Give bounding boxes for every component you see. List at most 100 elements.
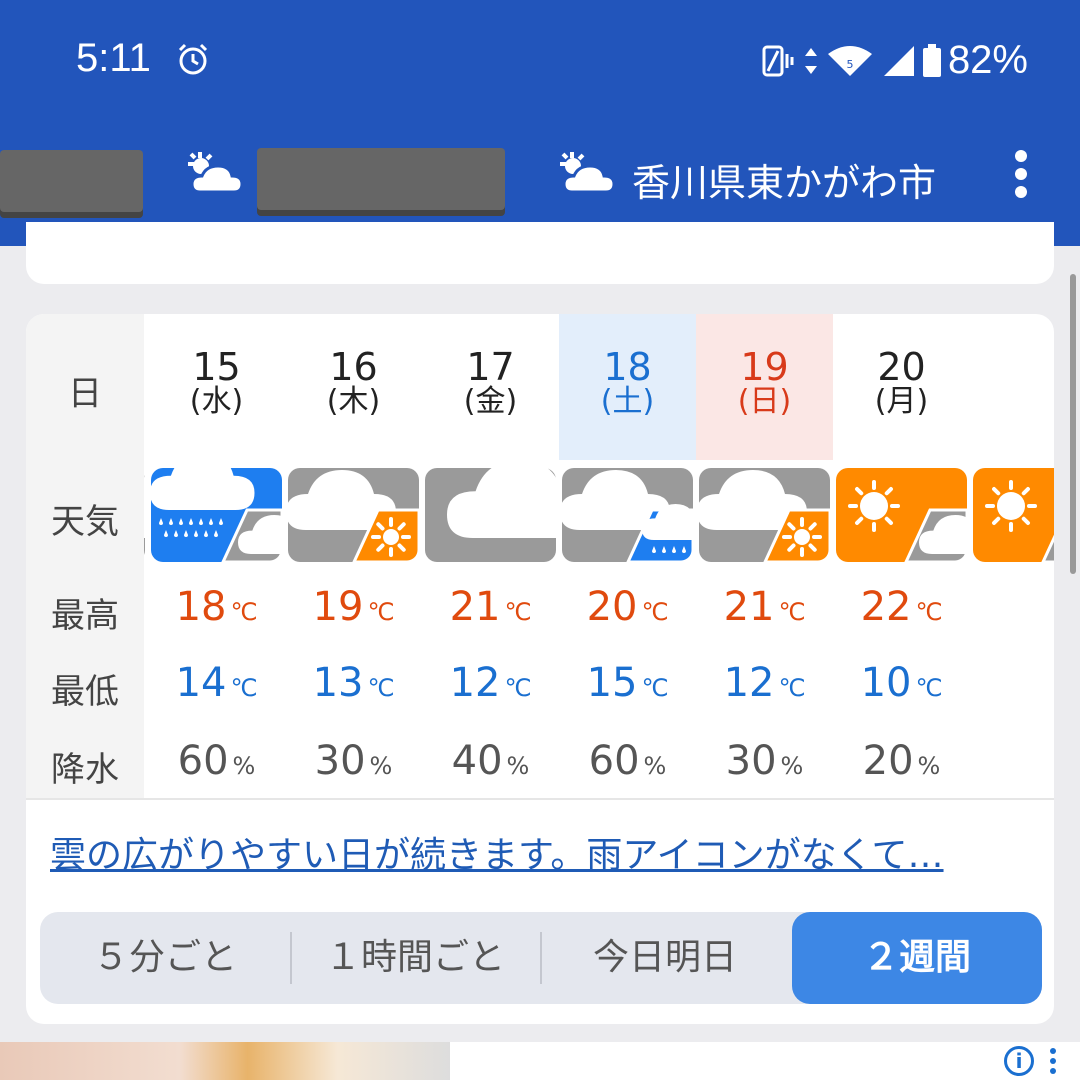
temp-unit: ℃ <box>641 674 669 702</box>
low-temp-value: 12 <box>449 660 501 706</box>
high-temp: 21℃ <box>422 584 559 630</box>
day-header: 20 (月) <box>833 314 970 460</box>
day-column: 16 (木) 19 ℃ 13 ℃ 30% <box>285 314 422 798</box>
day-header: 19 (日) <box>696 314 833 460</box>
day-number: 20 <box>877 345 926 389</box>
status-time: 5:11 <box>76 36 151 80</box>
day-column-partial <box>970 314 1054 798</box>
temp-unit: ℃ <box>230 674 258 702</box>
low-temp-value: 15 <box>586 660 638 706</box>
low-temp-value: 10 <box>860 660 912 706</box>
forecast-comment-link[interactable]: 雲の広がりやすい日が続きます。雨アイコンがなくて… <box>50 826 1040 878</box>
temp-unit: ℃ <box>915 674 943 702</box>
weather-icon <box>288 468 419 562</box>
alarm-icon <box>178 43 208 75</box>
ad-menu-icon[interactable] <box>1050 1048 1060 1078</box>
percent-unit: % <box>232 752 256 780</box>
day-column: 18 (土) 20 ℃ 15 ℃ 60% <box>559 314 696 798</box>
scrollbar[interactable] <box>1070 274 1076 574</box>
redacted-location-tab[interactable] <box>257 148 505 210</box>
day-number: 16 <box>329 345 378 389</box>
day-weekday: (木) <box>326 384 381 419</box>
day-column: 15 (水) 18 ℃ 14 ℃ 60% <box>148 314 285 798</box>
row-labels: 日 天気 最高 最低 降水 <box>26 314 144 798</box>
low-temp: 12℃ <box>422 660 559 706</box>
precip-chance: 30% <box>285 738 422 784</box>
percent-unit: % <box>917 752 941 780</box>
ad-info-icon[interactable]: i <box>1004 1046 1034 1076</box>
high-temp-value: 18 <box>175 584 227 630</box>
precip-value: 20 <box>862 738 914 784</box>
partly-cloudy-icon <box>188 152 244 194</box>
temp-unit: ℃ <box>504 598 532 626</box>
low-temp: 13 ℃ <box>285 660 422 706</box>
high-temp: 22 ℃ <box>833 584 970 630</box>
vibrate-icon <box>762 45 794 76</box>
redacted-location-tab[interactable] <box>0 150 143 212</box>
day-weekday: (水) <box>189 384 244 419</box>
label-high: 最高 <box>51 596 119 636</box>
percent-unit: % <box>506 752 530 780</box>
forecast-table[interactable]: 14(火)21℃12℃30%15(水)18℃14℃60%16(木)19℃13℃3… <box>26 314 1054 798</box>
high-temp-value: 19 <box>312 584 364 630</box>
segment-today-tomorrow[interactable]: 今日明日 <box>540 912 790 1004</box>
percent-unit: % <box>780 752 804 780</box>
precip-value: 60 <box>177 738 229 784</box>
day-weekday: (金) <box>463 384 518 419</box>
previous-card <box>26 222 1054 284</box>
weather-icon <box>562 468 693 562</box>
ad-banner[interactable]: i <box>0 1042 1080 1080</box>
segment-hourly[interactable]: １時間ごと <box>290 912 540 1004</box>
precip-chance: 30% <box>696 738 833 784</box>
data-arrows-icon <box>804 47 817 74</box>
day-weekday: (土) <box>600 384 655 419</box>
weather-icon <box>973 468 1054 562</box>
tab-selected-city[interactable]: 香川県東かがわ市 <box>632 152 936 207</box>
low-temp: 12℃ <box>696 660 833 706</box>
svg-text:5: 5 <box>846 58 853 71</box>
partly-cloudy-icon <box>560 152 616 194</box>
low-temp-value: 13 <box>312 660 364 706</box>
temp-unit: ℃ <box>778 598 806 626</box>
day-number: 17 <box>466 345 515 389</box>
precip-chance: 60% <box>559 738 696 784</box>
temp-unit: ℃ <box>915 598 943 626</box>
precip-value: 30 <box>725 738 777 784</box>
high-temp: 18 ℃ <box>148 584 285 630</box>
weather-icon <box>699 468 830 562</box>
high-temp-value: 21 <box>449 584 501 630</box>
percent-unit: % <box>643 752 667 780</box>
high-temp-value: 20 <box>586 584 638 630</box>
high-temp: 19 ℃ <box>285 584 422 630</box>
day-number: 18 <box>603 345 652 389</box>
forecast-columns[interactable]: 14(火)21℃12℃30%15(水)18℃14℃60%16(木)19℃13℃3… <box>26 314 1054 798</box>
segment-5min[interactable]: ５分ごと <box>40 912 290 1004</box>
day-number: 19 <box>740 345 789 389</box>
day-weekday: (日) <box>737 384 792 419</box>
status-bar: 5:11 5 82% <box>0 0 1080 120</box>
temp-unit: ℃ <box>367 598 395 626</box>
low-temp-value: 12 <box>723 660 775 706</box>
day-header: 18 (土) <box>559 314 696 460</box>
wifi-icon: 5 <box>827 45 872 76</box>
day-column: 19 (日) 21 ℃ 12 ℃ 30% <box>696 314 833 798</box>
day-column: 20 (月) 22 ℃ 10 ℃ 20% <box>833 314 970 798</box>
weather-icon <box>425 468 556 562</box>
day-header: 16 (木) <box>285 314 422 460</box>
temp-unit: ℃ <box>641 598 669 626</box>
more-options-icon[interactable] <box>1006 150 1036 200</box>
day-number: 15 <box>192 345 241 389</box>
battery-icon <box>922 43 941 77</box>
temp-unit: ℃ <box>230 598 258 626</box>
two-week-forecast-card: 14(火)21℃12℃30%15(水)18℃14℃60%16(木)19℃13℃3… <box>26 314 1054 1024</box>
precip-value: 30 <box>314 738 366 784</box>
battery-percent: 82% <box>947 38 1028 82</box>
precip-chance: 40% <box>422 738 559 784</box>
ad-image[interactable] <box>0 1042 450 1080</box>
signal-icon <box>883 45 914 76</box>
temp-unit: ℃ <box>778 674 806 702</box>
segment-two-weeks[interactable]: ２週間 <box>792 912 1042 1004</box>
day-column: 17 (金) 21 ℃ 12 ℃ 40% <box>422 314 559 798</box>
low-temp: 15 ℃ <box>559 660 696 706</box>
period-segmented-control: ５分ごと １時間ごと 今日明日 ２週間 <box>40 912 1042 1004</box>
